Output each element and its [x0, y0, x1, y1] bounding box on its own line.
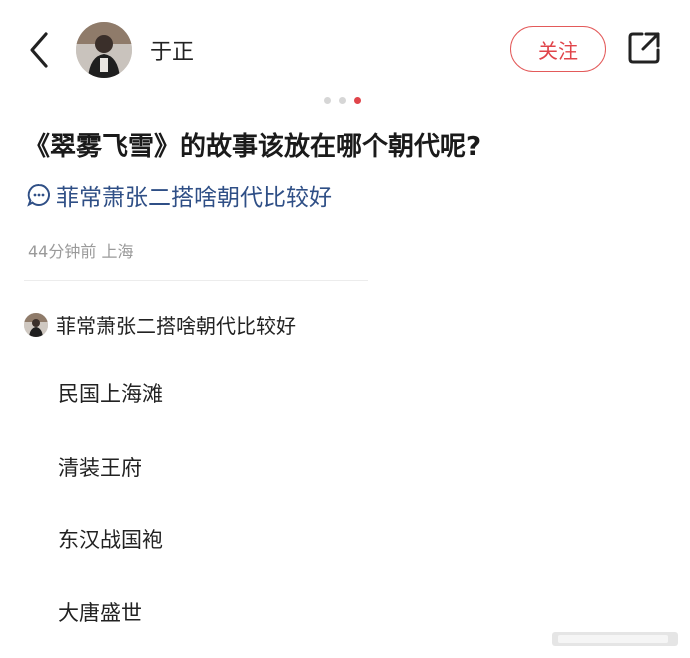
watermark-icon	[552, 632, 678, 646]
post-title: 《翠雾飞雪》的故事该放在哪个朝代呢?	[24, 132, 482, 162]
avatar-photo-icon	[76, 22, 132, 78]
post-page: 于正 关注 《翠雾飞雪》的故事该放在哪个朝代呢? 菲常萧张二搭啥朝代比较好 44…	[0, 0, 690, 658]
vote-avatar	[24, 312, 48, 337]
pager-dot-active	[354, 97, 361, 104]
pager-dot	[324, 97, 331, 104]
pager-dot	[339, 97, 346, 104]
vote-title: 菲常萧张二搭啥朝代比较好	[56, 314, 296, 338]
chat-bubble-icon	[27, 183, 50, 207]
follow-button[interactable]: 关注	[510, 26, 606, 72]
author-avatar[interactable]	[76, 22, 132, 78]
divider	[24, 280, 368, 281]
topic-label: 菲常萧张二搭啥朝代比较好	[56, 185, 332, 211]
avatar-photo-icon	[24, 312, 48, 337]
vote-option[interactable]: 清装王府	[58, 452, 142, 482]
vote-header: 菲常萧张二搭啥朝代比较好	[24, 310, 296, 339]
image-pager	[324, 97, 361, 104]
back-chevron-icon[interactable]	[22, 28, 58, 72]
author-name[interactable]: 于正	[150, 34, 194, 66]
vote-option[interactable]: 大唐盛世	[58, 597, 142, 627]
vote-option[interactable]: 东汉战国袍	[58, 524, 163, 554]
vote-option[interactable]: 民国上海滩	[58, 378, 163, 408]
share-icon[interactable]	[626, 30, 662, 66]
post-meta: 44分钟前 上海	[28, 242, 134, 261]
topic-link[interactable]: 菲常萧张二搭啥朝代比较好	[26, 178, 332, 212]
